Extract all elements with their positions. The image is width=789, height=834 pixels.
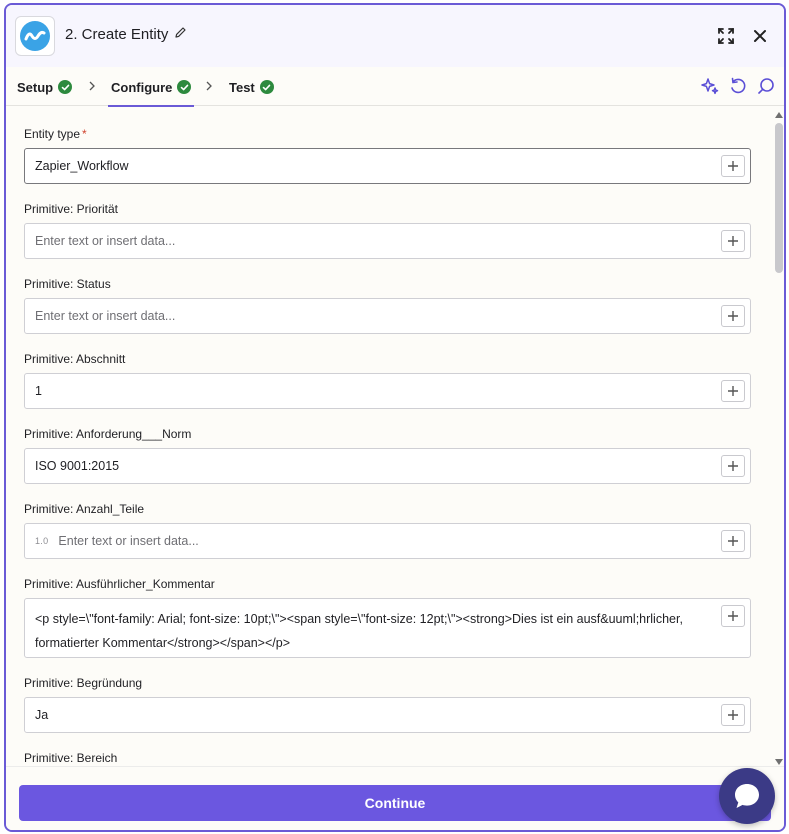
chevron-right-icon [89,81,95,91]
field-anzahl-teile: Primitive: Anzahl_Teile 1.0 Enter text o… [24,502,751,559]
field-value: ISO 9001:2015 [35,459,120,473]
chevron-right-icon [206,81,212,91]
prioritaet-input[interactable]: Enter text or insert data... [24,223,751,259]
step-title[interactable]: 2. Create Entity [65,26,187,43]
field-label: Entity type [24,127,81,141]
pencil-icon[interactable] [174,26,187,43]
required-marker: * [82,127,87,141]
abschnitt-input[interactable]: 1 [24,373,751,409]
field-label: Primitive: Anzahl_Teile [24,502,145,516]
field-value: Zapier_Workflow [35,159,129,173]
field-label: Primitive: Bereich [24,751,118,765]
insert-data-plus-icon[interactable] [721,530,745,552]
field-placeholder: Enter text or insert data... [35,234,176,248]
field-prioritaet: Primitive: Priorität Enter text or inser… [24,202,751,259]
anforderung-norm-input[interactable]: ISO 9001:2015 [24,448,751,484]
insert-data-plus-icon[interactable] [721,455,745,477]
chat-bubble-icon[interactable] [719,768,775,824]
field-value: Ja [35,708,49,722]
insert-data-plus-icon[interactable] [721,704,745,726]
field-placeholder: Enter text or insert data... [35,309,176,323]
tab-configure[interactable]: Configure [107,76,195,107]
check-circle-icon [58,80,73,94]
check-circle-icon [259,80,274,94]
field-abschnitt: Primitive: Abschnitt 1 [24,352,751,409]
tab-test[interactable]: Test [229,76,274,98]
insert-data-plus-icon[interactable] [721,605,745,627]
expand-icon[interactable] [715,25,737,47]
undo-icon[interactable] [727,75,749,97]
entity-type-input[interactable]: Zapier_Workflow [24,148,751,184]
field-ausfuehrlicher-kommentar: Primitive: Ausführlicher_Kommentar <p st… [24,577,751,658]
tab-setup[interactable]: Setup [17,76,73,98]
close-icon[interactable] [749,25,771,47]
field-label: Primitive: Abschnitt [24,352,126,366]
anzahl-teile-input[interactable]: 1.0 Enter text or insert data... [24,523,751,559]
scroll-up-icon[interactable] [775,112,783,118]
sparkle-icon[interactable] [699,75,721,97]
field-label: Primitive: Ausführlicher_Kommentar [24,577,215,591]
insert-data-plus-icon[interactable] [721,305,745,327]
field-anforderung-norm: Primitive: Anforderung___Norm ISO 9001:2… [24,427,751,484]
scroll-thumb[interactable] [775,123,783,273]
number-type-badge: 1.0 [35,536,49,546]
field-label: Primitive: Status [24,277,111,291]
insert-data-plus-icon[interactable] [721,155,745,177]
status-input[interactable]: Enter text or insert data... [24,298,751,334]
insert-data-plus-icon[interactable] [721,230,745,252]
tab-label: Setup [17,79,54,95]
field-begruendung: Primitive: Begründung Ja [24,676,751,733]
panel-header: 2. Create Entity [6,5,784,67]
field-value: <p style=\"font-family: Arial; font-size… [35,612,683,650]
panel-footer: Continue [6,766,784,830]
field-bereich: Primitive: Bereich [24,751,751,765]
tab-label: Test [229,79,255,95]
scroll-down-icon[interactable] [775,759,783,765]
tab-label: Configure [111,79,173,95]
scrollbar[interactable] [772,108,784,768]
field-placeholder: Enter text or insert data... [58,534,199,548]
field-label: Primitive: Begründung [24,676,143,690]
field-entity-type: Entity type * Zapier_Workflow [24,127,751,184]
continue-button[interactable]: Continue [19,785,771,821]
app-logo-icon [15,16,55,56]
insert-data-plus-icon[interactable] [721,380,745,402]
check-circle-icon [177,80,192,94]
field-value: 1 [35,384,42,398]
search-icon[interactable] [755,75,777,97]
configure-form: Entity type * Zapier_Workflow Primitive: … [6,106,784,766]
ausfuehrlicher-kommentar-input[interactable]: <p style=\"font-family: Arial; font-size… [24,598,751,658]
step-title-text: 2. Create Entity [65,26,169,43]
step-tabs: Setup Configure Test [6,67,784,107]
field-status: Primitive: Status Enter text or insert d… [24,277,751,334]
field-label: Primitive: Anforderung___Norm [24,427,192,441]
begruendung-input[interactable]: Ja [24,697,751,733]
step-panel: 2. Create Entity Setup Configure Test En… [4,3,786,832]
field-label: Primitive: Priorität [24,202,119,216]
